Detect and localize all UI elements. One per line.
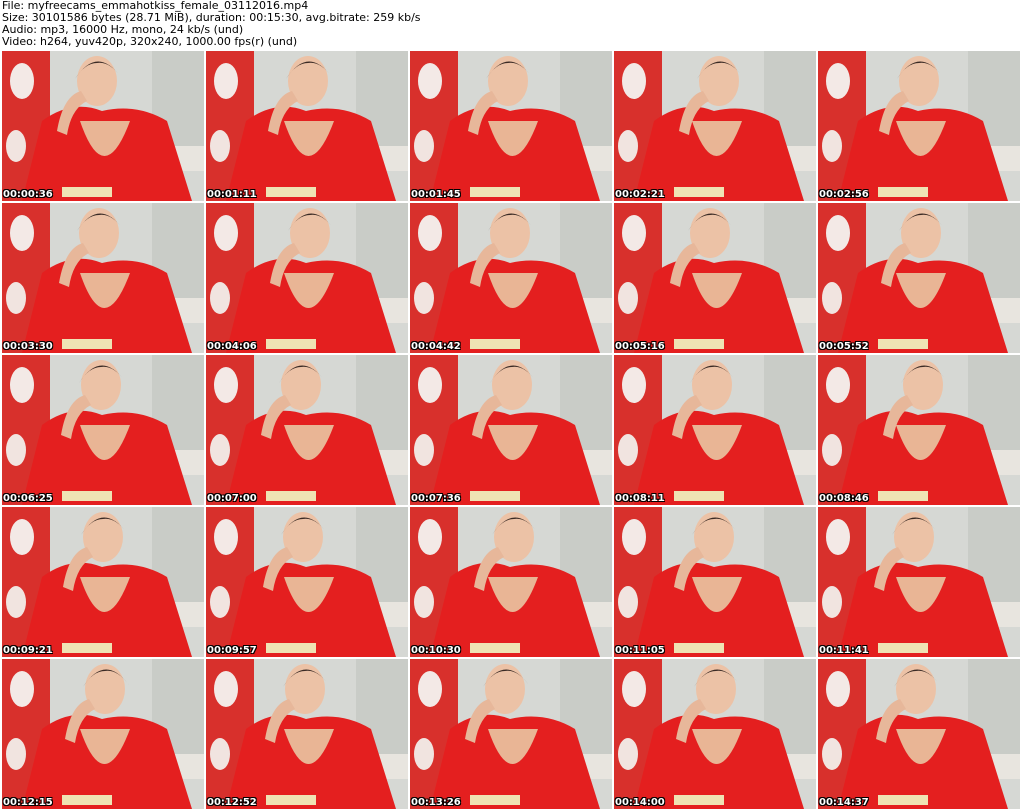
video-frame-thumbnail: 00:02:56 <box>818 51 1020 201</box>
video-frame-thumbnail: 00:05:16 <box>614 203 816 353</box>
frame-image <box>614 507 816 657</box>
frame-timestamp: 00:06:25 <box>3 493 53 504</box>
frame-image <box>614 659 816 809</box>
frame-timestamp: 00:10:30 <box>411 645 461 656</box>
frame-image <box>410 507 612 657</box>
frame-timestamp: 00:03:30 <box>3 341 53 352</box>
video-frame-thumbnail: 00:04:06 <box>206 203 408 353</box>
frame-image <box>818 51 1020 201</box>
video-frame-thumbnail: 00:07:36 <box>410 355 612 505</box>
video-frame-thumbnail: 00:12:52 <box>206 659 408 809</box>
frame-timestamp: 00:04:42 <box>411 341 461 352</box>
video-info-line: Video: h264, yuv420p, 320x240, 1000.00 f… <box>2 35 298 48</box>
frame-image <box>410 51 612 201</box>
video-frame-thumbnail: 00:08:46 <box>818 355 1020 505</box>
frame-timestamp: 00:02:21 <box>615 189 665 200</box>
video-frame-thumbnail: 00:09:21 <box>2 507 204 657</box>
frame-image <box>206 51 408 201</box>
video-frame-thumbnail: 00:00:36 <box>2 51 204 201</box>
frame-timestamp: 00:08:11 <box>615 493 665 504</box>
frame-image <box>818 355 1020 505</box>
frame-image <box>2 659 204 809</box>
video-frame-thumbnail: 00:02:21 <box>614 51 816 201</box>
frame-timestamp: 00:11:05 <box>615 645 665 656</box>
frame-timestamp: 00:05:16 <box>615 341 665 352</box>
frame-timestamp: 00:05:52 <box>819 341 869 352</box>
frame-timestamp: 00:14:37 <box>819 797 869 808</box>
frame-timestamp: 00:12:52 <box>207 797 257 808</box>
video-frame-thumbnail: 00:08:11 <box>614 355 816 505</box>
frame-timestamp: 00:01:45 <box>411 189 461 200</box>
video-frame-thumbnail: 00:05:52 <box>818 203 1020 353</box>
video-frame-thumbnail: 00:07:00 <box>206 355 408 505</box>
frame-image <box>2 51 204 201</box>
frame-timestamp: 00:11:41 <box>819 645 869 656</box>
frame-timestamp: 00:12:15 <box>3 797 53 808</box>
frame-timestamp: 00:04:06 <box>207 341 257 352</box>
frame-timestamp: 00:07:00 <box>207 493 257 504</box>
frame-timestamp: 00:09:57 <box>207 645 257 656</box>
video-frame-thumbnail: 00:01:11 <box>206 51 408 201</box>
video-frame-thumbnail: 00:11:41 <box>818 507 1020 657</box>
video-frame-thumbnail: 00:14:37 <box>818 659 1020 809</box>
frame-image <box>2 203 204 353</box>
video-frame-thumbnail: 00:11:05 <box>614 507 816 657</box>
frame-image <box>818 203 1020 353</box>
frame-image <box>614 355 816 505</box>
frame-image <box>410 203 612 353</box>
frame-image <box>2 355 204 505</box>
frame-image <box>206 659 408 809</box>
frame-timestamp: 00:01:11 <box>207 189 257 200</box>
video-frame-thumbnail: 00:14:00 <box>614 659 816 809</box>
frame-image <box>206 507 408 657</box>
frame-image <box>614 203 816 353</box>
frame-timestamp: 00:13:26 <box>411 797 461 808</box>
frame-timestamp: 00:00:36 <box>3 189 53 200</box>
frame-image <box>206 203 408 353</box>
video-frame-thumbnail: 00:01:45 <box>410 51 612 201</box>
video-frame-thumbnail: 00:09:57 <box>206 507 408 657</box>
frame-image <box>410 659 612 809</box>
frame-image <box>614 51 816 201</box>
frame-timestamp: 00:08:46 <box>819 493 869 504</box>
video-frame-thumbnail: 00:10:30 <box>410 507 612 657</box>
file-info-header: File: myfreecams_emmahotkiss_female_0311… <box>2 0 1022 50</box>
video-frame-thumbnail: 00:12:15 <box>2 659 204 809</box>
frame-timestamp: 00:07:36 <box>411 493 461 504</box>
frame-image <box>2 507 204 657</box>
frame-timestamp: 00:09:21 <box>3 645 53 656</box>
frame-image <box>410 355 612 505</box>
video-frame-thumbnail: 00:13:26 <box>410 659 612 809</box>
frame-image <box>206 355 408 505</box>
thumbnail-grid: 00:00:36 00:01:11 00:01:45 00:02:21 00:02:56… <box>2 51 1023 810</box>
video-frame-thumbnail: 00:04:42 <box>410 203 612 353</box>
frame-timestamp: 00:02:56 <box>819 189 869 200</box>
frame-image <box>818 659 1020 809</box>
video-frame-thumbnail: 00:03:30 <box>2 203 204 353</box>
frame-image <box>818 507 1020 657</box>
frame-timestamp: 00:14:00 <box>615 797 665 808</box>
video-frame-thumbnail: 00:06:25 <box>2 355 204 505</box>
